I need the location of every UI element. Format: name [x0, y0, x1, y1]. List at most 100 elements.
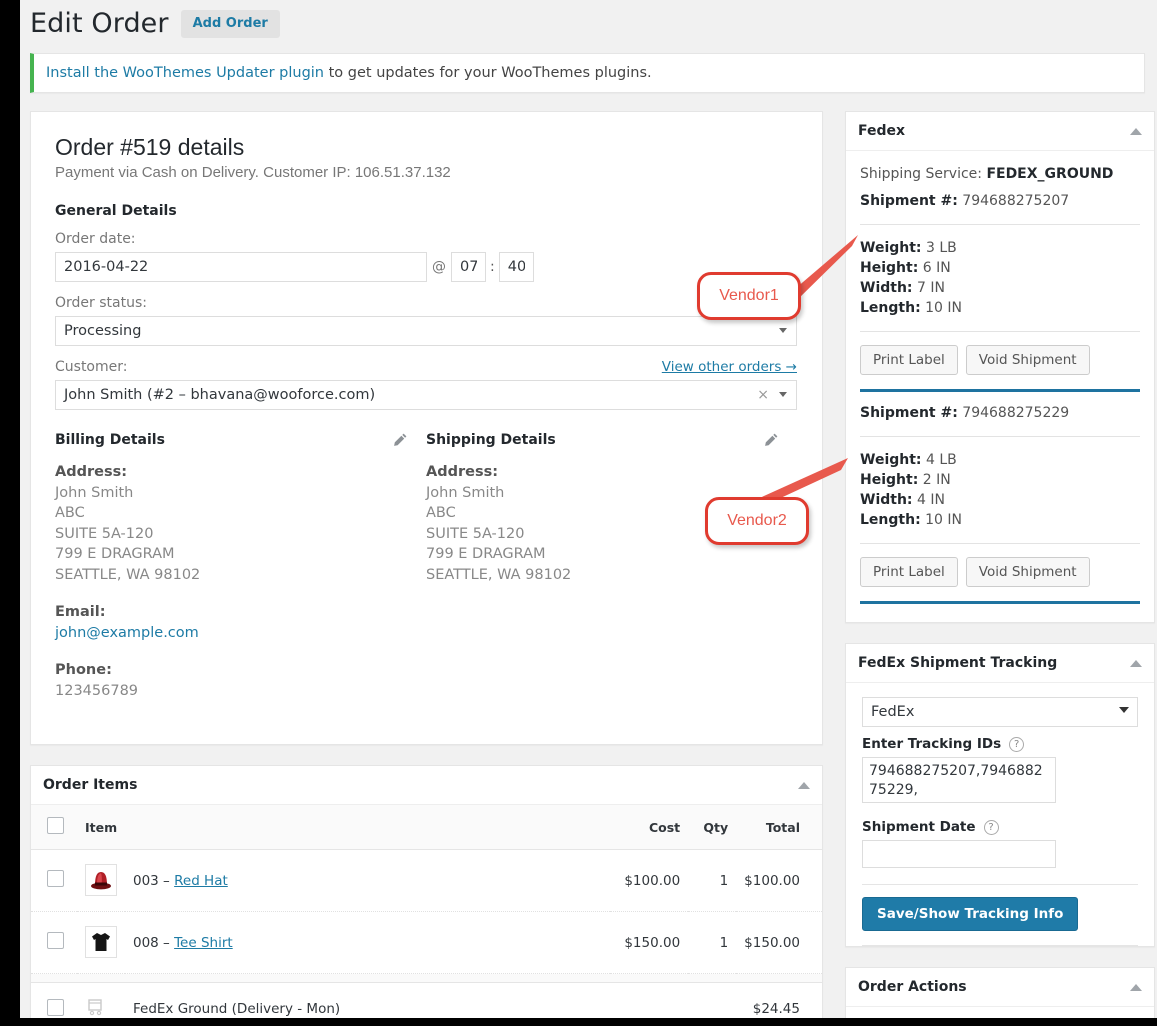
billing-line-2: SUITE 5A-120	[55, 525, 154, 542]
row-qty: 1	[688, 849, 737, 913]
content-wrap: Order #519 details Payment via Cash on D…	[20, 93, 1157, 1018]
help-icon[interactable]: ?	[983, 819, 999, 835]
collapse-toggle-icon[interactable]	[1130, 659, 1142, 667]
table-separator-row	[31, 973, 822, 984]
view-other-orders-link[interactable]: View other orders →	[662, 359, 797, 375]
save-show-tracking-button[interactable]: Save/Show Tracking Info	[862, 897, 1079, 932]
column-qty: Qty	[688, 805, 737, 851]
shipment-date-label: Shipment Date	[862, 819, 976, 836]
row-checkbox[interactable]	[47, 932, 64, 950]
fedex-panel: Fedex Shipping Service: FEDEX_GROUND Shi…	[845, 111, 1155, 624]
table-row: 003 – Red Hat $100.00 1 $100.00	[31, 849, 822, 913]
shipping-checkbox-cell	[31, 982, 77, 1018]
width-value: 7 IN	[916, 280, 945, 297]
edit-pencil-icon[interactable]	[392, 432, 408, 448]
row-qty: 1	[688, 911, 737, 975]
clear-customer-icon[interactable]: ×	[757, 387, 769, 403]
row-product-link[interactable]: Tee Shirt	[174, 935, 233, 951]
divider	[860, 436, 1140, 438]
tracking-provider-select[interactable]: FedEx	[862, 697, 1138, 728]
divider	[860, 543, 1140, 545]
shipment-1-dimensions: Weight: 3 LB Height: 6 IN Width: 7 IN Le…	[860, 238, 1140, 318]
vendor1-callout-label: Vendor1	[719, 287, 779, 304]
tee-shirt-icon	[85, 926, 117, 959]
shipping-service-label: Shipping Service:	[860, 166, 982, 183]
billing-phone-label: Phone:	[55, 662, 112, 679]
customer-select[interactable]: John Smith (#2 – bhavana@wooforce.com) ×	[55, 380, 797, 411]
weight-label: Weight:	[860, 240, 922, 257]
chevron-down-icon	[779, 328, 787, 334]
order-items-header: Order Items	[31, 766, 822, 806]
order-actions-body: Actions	[846, 1007, 1154, 1018]
fedex-heading: Fedex	[858, 123, 906, 140]
shipment-2-dimensions: Weight: 4 LB Height: 2 IN Width: 4 IN Le…	[860, 450, 1140, 530]
shipping-service-line: Shipping Service: FEDEX_GROUND	[860, 165, 1140, 184]
order-status-value: Processing	[55, 316, 797, 347]
height-label: Height:	[860, 260, 919, 277]
billing-line-1: ABC	[55, 505, 85, 522]
shipping-row-checkbox[interactable]	[47, 998, 64, 1016]
shipping-method-label: FedEx Ground (Delivery - Mon)	[125, 982, 611, 1018]
shipping-icon-cell	[77, 982, 125, 1018]
shipping-truck-icon	[88, 999, 102, 1016]
shipping-total: $24.45	[736, 982, 822, 1018]
order-title: Order #519 details	[55, 134, 245, 161]
print-label-button[interactable]: Print Label	[860, 345, 958, 376]
row-item-cell: 003 – Red Hat	[125, 849, 611, 913]
row-total: $100.00	[736, 849, 822, 913]
width-label: Width:	[860, 280, 913, 297]
print-label-button[interactable]: Print Label	[860, 557, 958, 588]
row-product-link[interactable]: Red Hat	[174, 873, 228, 889]
order-actions-header: Order Actions	[846, 968, 1154, 1008]
billing-address-block: Address: John Smith ABC SUITE 5A-120 799…	[55, 462, 426, 701]
collapse-toggle-icon[interactable]	[1130, 983, 1142, 991]
edit-pencil-icon[interactable]	[763, 432, 779, 448]
select-all-header	[31, 805, 77, 851]
billing-line-0: John Smith	[55, 484, 134, 501]
billing-email-label: Email:	[55, 604, 106, 621]
order-date-row: @ :	[55, 252, 798, 283]
void-shipment-button[interactable]: Void Shipment	[965, 345, 1090, 376]
row-checkbox[interactable]	[47, 870, 64, 888]
shipment-2-number-line: Shipment #: 794688275229	[860, 404, 1140, 423]
shipping-qty-empty	[688, 982, 737, 1018]
tracking-ids-input[interactable]	[862, 757, 1056, 804]
at-symbol: @	[432, 259, 446, 276]
width-value: 4 IN	[916, 492, 945, 509]
billing-details-heading: Billing Details	[55, 432, 165, 449]
shipment-date-input[interactable]	[862, 840, 1056, 869]
shipment-label: Shipment #:	[860, 193, 958, 210]
chevron-down-icon	[1119, 707, 1129, 714]
install-updater-link[interactable]: Install the WooThemes Updater plugin	[46, 65, 324, 81]
collapse-toggle-icon[interactable]	[1130, 127, 1142, 135]
length-label: Length:	[860, 300, 921, 317]
tracking-ids-label: Enter Tracking IDs	[862, 736, 1002, 753]
select-all-checkbox[interactable]	[47, 817, 64, 835]
order-minute-input[interactable]	[498, 252, 534, 283]
shipment-divider	[860, 601, 1140, 605]
shipping-cost-empty	[610, 982, 689, 1018]
column-item: Item	[77, 805, 611, 851]
void-shipment-button[interactable]: Void Shipment	[965, 557, 1090, 588]
collapse-toggle-icon[interactable]	[798, 781, 810, 789]
add-order-button[interactable]: Add Order	[180, 10, 280, 39]
shipment-divider	[860, 389, 1140, 393]
billing-email-link[interactable]: john@example.com	[55, 625, 199, 641]
order-hour-input[interactable]	[451, 252, 486, 283]
help-icon[interactable]: ?	[1009, 736, 1025, 752]
fedex-panel-body: Shipping Service: FEDEX_GROUND Shipment …	[846, 151, 1154, 622]
red-hat-icon	[85, 864, 117, 897]
shipping-line-4: SEATTLE, WA 98102	[426, 566, 572, 583]
width-label: Width:	[860, 492, 913, 509]
divider	[860, 224, 1140, 226]
chevron-down-icon	[779, 392, 787, 398]
order-date-input[interactable]	[55, 252, 427, 283]
time-colon: :	[490, 259, 495, 276]
order-status-select[interactable]: Processing	[55, 316, 797, 347]
weight-value: 4 LB	[925, 452, 957, 469]
shipment-1-buttons: Print Label Void Shipment	[860, 345, 1140, 376]
tracking-ids-label-row: Enter Tracking IDs ?	[862, 736, 1138, 752]
shipping-details-heading: Shipping Details	[426, 432, 556, 449]
order-actions-heading: Order Actions	[858, 979, 967, 996]
row-sku: 008 –	[133, 934, 175, 951]
